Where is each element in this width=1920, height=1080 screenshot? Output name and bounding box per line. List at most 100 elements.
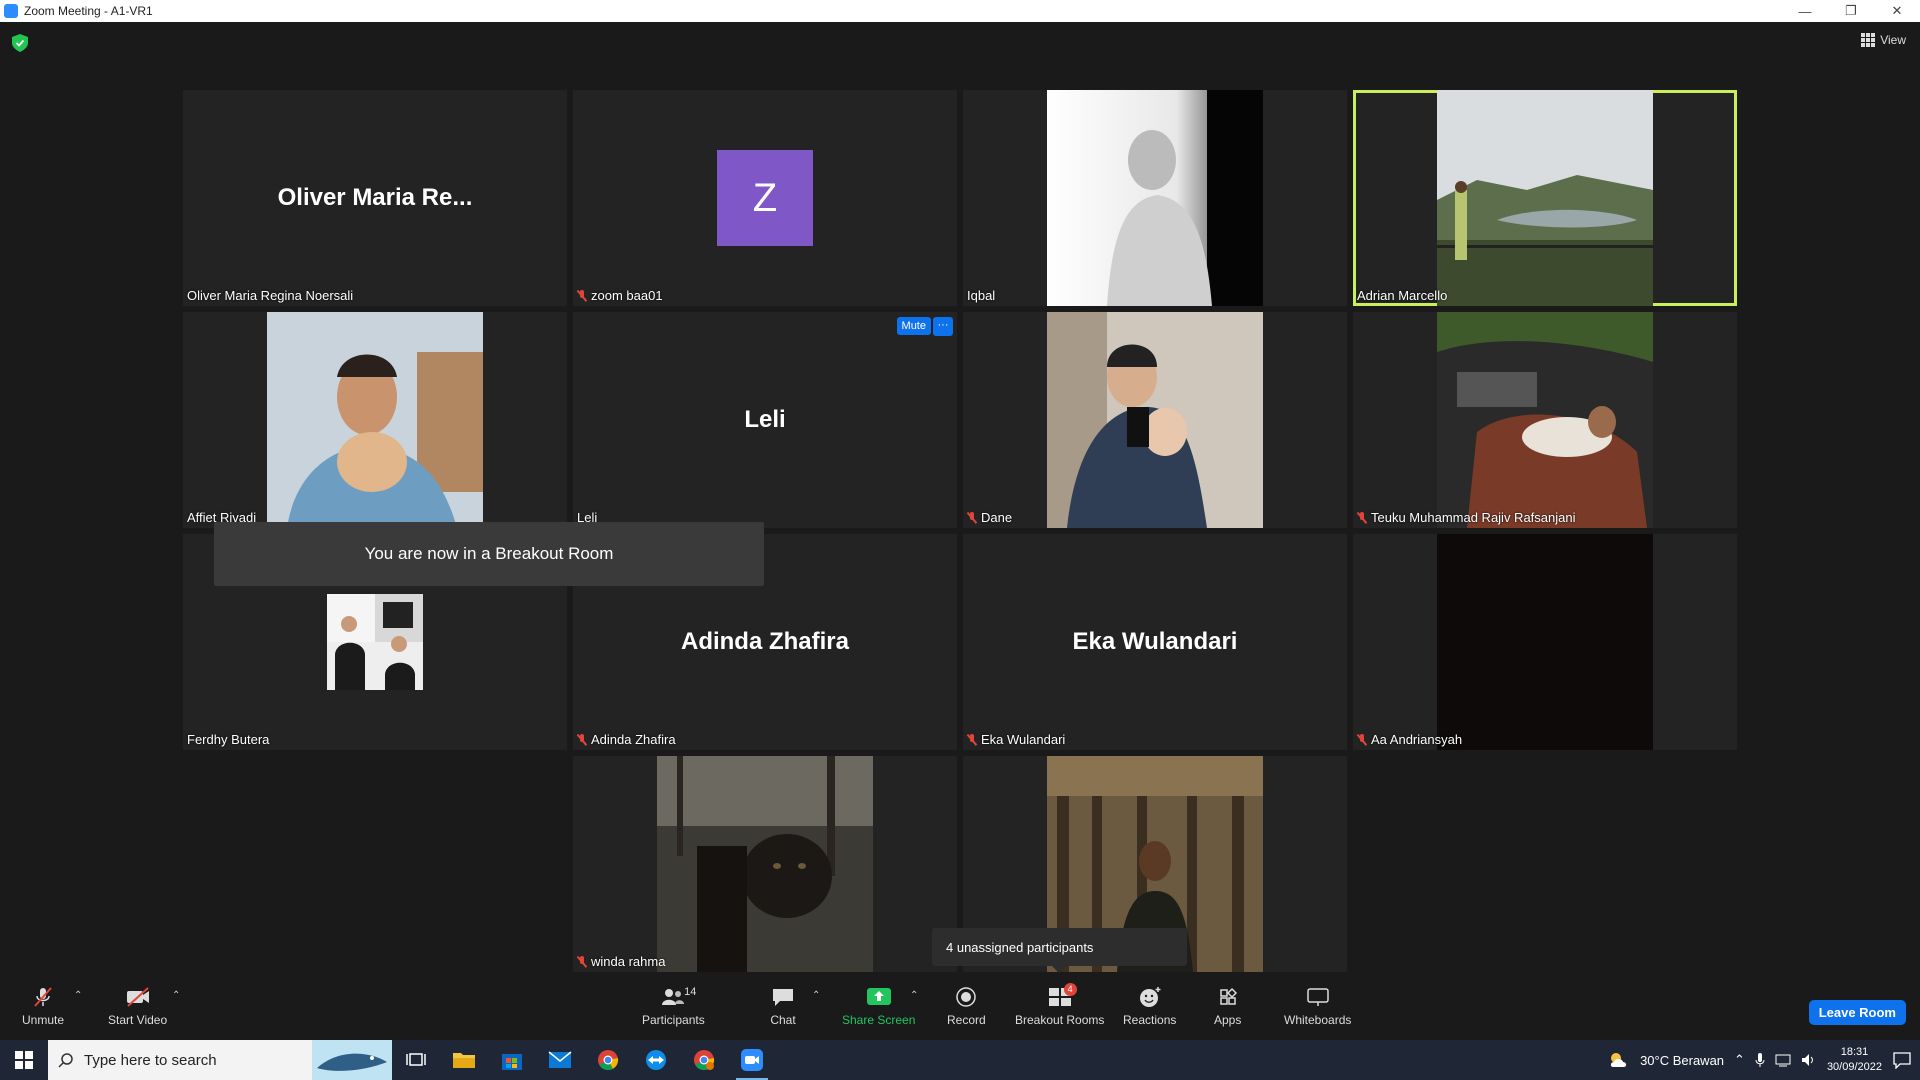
share-screen-icon: [866, 988, 891, 1005]
clock-time: 18:31: [1840, 1046, 1869, 1058]
video-tile[interactable]: Eka Wulandari Eka Wulandari: [963, 534, 1347, 750]
weather-text[interactable]: 30°C Berawan: [1640, 1053, 1724, 1068]
show-hidden-icons-chevron-icon[interactable]: ⌃: [1734, 1052, 1745, 1068]
system-tray: 30°C Berawan ⌃ 18:31 30/09/2022: [1608, 1040, 1920, 1080]
search-highlight-illustration: [312, 1040, 392, 1080]
whiteboards-button[interactable]: Whiteboards: [1284, 986, 1351, 1027]
video-tile[interactable]: Dane: [963, 312, 1347, 528]
chat-button[interactable]: Chat: [770, 986, 796, 1027]
video-tile[interactable]: Affiet Rivadi: [183, 312, 567, 528]
start-video-button[interactable]: Start Video: [108, 986, 167, 1027]
restore-button[interactable]: ❐: [1828, 0, 1874, 22]
view-label: View: [1880, 33, 1906, 47]
task-view-button[interactable]: [392, 1040, 440, 1080]
record-icon: [956, 987, 977, 1007]
share-options-chevron-icon[interactable]: ⌃: [910, 990, 918, 1001]
participant-video: [1437, 534, 1653, 750]
record-label: Record: [947, 1013, 986, 1027]
microsoft-store-button[interactable]: [488, 1040, 536, 1080]
teamviewer-button[interactable]: [632, 1040, 680, 1080]
chrome-profile-button[interactable]: [680, 1040, 728, 1080]
participant-name-label: Oliver Maria Regina Noersali: [187, 288, 354, 303]
participants-count: 14: [684, 986, 697, 998]
participant-video: [1437, 90, 1653, 306]
participant-video: [1047, 312, 1263, 528]
mic-muted-icon: [967, 733, 977, 746]
file-explorer-button[interactable]: [440, 1040, 488, 1080]
participant-video: [657, 756, 873, 972]
encryption-shield-icon[interactable]: [12, 34, 28, 52]
more-options-button[interactable]: ···: [933, 317, 953, 336]
microphone-icon[interactable]: [1755, 1052, 1765, 1068]
participant-name-label: Teuku Muhammad Rajiv Rafsanjani: [1357, 510, 1575, 525]
notifications-icon[interactable]: [1892, 1051, 1912, 1069]
participant-video: [1047, 90, 1263, 306]
apps-button[interactable]: Apps: [1214, 986, 1241, 1027]
participant-video: [1437, 312, 1653, 528]
record-button[interactable]: Record: [947, 986, 986, 1027]
participant-name-label: Eka Wulandari: [967, 732, 1065, 747]
breakout-rooms-button[interactable]: 4 Breakout Rooms: [1015, 983, 1105, 1027]
start-button[interactable]: [0, 1040, 48, 1080]
windows-taskbar: Type here to search 30°C Berawan ⌃ 18:31…: [0, 1040, 1920, 1080]
video-tile[interactable]: Teuku Muhammad Rajiv Rafsanjani: [1353, 312, 1737, 528]
grid-icon: [1861, 33, 1876, 47]
unmute-button[interactable]: Unmute: [22, 986, 64, 1027]
zoom-taskbar-button[interactable]: [728, 1040, 776, 1080]
volume-icon[interactable]: [1801, 1053, 1817, 1067]
participants-button[interactable]: 14 Participants: [642, 986, 705, 1027]
mute-participant-button[interactable]: Mute: [896, 317, 931, 335]
video-tile-active-speaker[interactable]: Adrian Marcello: [1353, 90, 1737, 306]
task-view-icon: [406, 1053, 426, 1066]
windows-logo-icon: [15, 1051, 33, 1069]
mic-off-icon: [34, 987, 52, 1007]
unmute-label: Unmute: [22, 1013, 65, 1027]
network-icon[interactable]: [1775, 1053, 1791, 1067]
teamviewer-icon: [646, 1050, 666, 1070]
mail-icon: [548, 1051, 572, 1068]
share-screen-label: Share Screen: [842, 1013, 916, 1027]
reactions-label: Reactions: [1123, 1013, 1177, 1027]
close-button[interactable]: ✕: [1874, 0, 1920, 22]
breakout-rooms-badge: 4: [1063, 983, 1077, 996]
video-tile[interactable]: Z zoom baa01: [573, 90, 957, 306]
participant-name-label: Iqbal: [967, 288, 996, 303]
participant-display-name: Eka Wulandari: [1072, 628, 1238, 655]
chat-options-chevron-icon[interactable]: ⌃: [812, 990, 820, 1001]
share-screen-button[interactable]: Share Screen: [842, 986, 915, 1027]
clock-date: 30/09/2022: [1826, 1061, 1882, 1073]
mic-muted-icon: [577, 289, 587, 302]
leave-room-button[interactable]: Leave Room: [1808, 1000, 1906, 1025]
participant-name-label: Ferdhy Butera: [187, 732, 270, 747]
avatar: Z: [717, 150, 813, 246]
chrome-button[interactable]: [584, 1040, 632, 1080]
video-tile[interactable]: Aa Andriansyah: [1353, 534, 1737, 750]
participant-video: [267, 312, 483, 528]
participant-name-label: Adrian Marcello: [1357, 288, 1448, 303]
video-tile[interactable]: Mute ··· Leli Leli: [573, 312, 957, 528]
participants-icon: [662, 989, 685, 1005]
taskbar-clock[interactable]: 18:31 30/09/2022: [1827, 1045, 1882, 1075]
participant-name-label: winda rahma: [577, 954, 665, 969]
video-options-chevron-icon[interactable]: ⌃: [172, 990, 180, 1001]
reactions-button[interactable]: Reactions: [1123, 986, 1176, 1027]
participant-avatar-photo: [327, 594, 423, 690]
whiteboard-icon: [1306, 988, 1329, 1006]
minimize-button[interactable]: —: [1782, 0, 1828, 22]
chat-icon: [773, 989, 793, 1006]
taskbar-search-box[interactable]: Type here to search: [48, 1040, 392, 1080]
mail-button[interactable]: [536, 1040, 584, 1080]
chrome-profile-icon: [694, 1050, 715, 1071]
zoom-app-icon: [4, 4, 18, 18]
video-tile[interactable]: winda rahma: [573, 756, 957, 972]
participant-name-label: Dane: [967, 510, 1012, 525]
breakout-rooms-label: Breakout Rooms: [1015, 1013, 1105, 1027]
video-tile[interactable]: Iqbal: [963, 90, 1347, 306]
search-placeholder: Type here to search: [84, 1051, 217, 1069]
unassigned-participants-tooltip[interactable]: 4 unassigned participants: [932, 928, 1187, 973]
mic-muted-icon: [967, 511, 977, 524]
mic-muted-icon: [577, 955, 587, 968]
audio-options-chevron-icon[interactable]: ⌃: [74, 990, 82, 1001]
view-button[interactable]: View: [1861, 33, 1906, 47]
video-tile[interactable]: Oliver Maria Re... Oliver Maria Regina N…: [183, 90, 567, 306]
